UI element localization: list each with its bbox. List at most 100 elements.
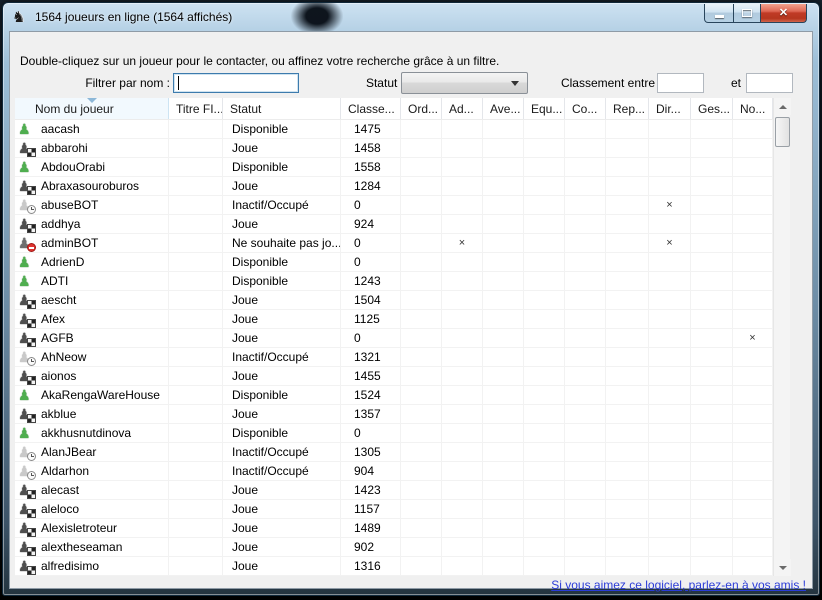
empty-cell (606, 367, 649, 385)
window-controls: ✕ (705, 4, 807, 23)
empty-cell (649, 500, 691, 518)
player-title-cell (169, 462, 223, 480)
filter-status-label: Statut : (356, 76, 404, 90)
column-header-equ[interactable]: Equ... (524, 98, 565, 119)
maximize-button[interactable] (733, 4, 761, 23)
player-rating-cell: 1243 (341, 272, 401, 290)
empty-cell (524, 253, 565, 271)
table-row[interactable]: ♟ aacash Disponible 1475 (15, 120, 773, 139)
table-row[interactable]: ♟ AbdouOrabi Disponible 1558 (15, 158, 773, 177)
status-available-icon: ♟ (18, 254, 35, 270)
table-row[interactable]: ♟ abuseBOT Inactif/Occupé 0 × (15, 196, 773, 215)
player-title-cell (169, 481, 223, 499)
status-dropdown[interactable] (401, 72, 528, 94)
titlebar[interactable]: ♞ 1564 joueurs en ligne (1564 affichés) (3, 3, 819, 31)
share-link[interactable]: Si vous aimez ce logiciel, parlez-en à v… (551, 578, 806, 592)
table-row[interactable]: ♟ AGFB Joue 0 × (15, 329, 773, 348)
empty-cell (733, 177, 773, 195)
empty-cell (649, 367, 691, 385)
status-playing-icon: ♟ (18, 311, 35, 327)
vertical-scrollbar[interactable] (773, 98, 790, 576)
table-row[interactable]: ♟ AkaRengaWareHouse Disponible 1524 (15, 386, 773, 405)
table-row[interactable]: ♟ akkhusnutdinova Disponible 0 (15, 424, 773, 443)
empty-cell (483, 443, 524, 461)
column-header-ad[interactable]: Ad... (442, 98, 483, 119)
column-header-no[interactable]: No... (733, 98, 773, 119)
minimize-button[interactable] (704, 4, 734, 23)
player-title-cell (169, 310, 223, 328)
player-name-cell: ♟ adminBOT (15, 234, 169, 252)
filter-name-input[interactable] (173, 73, 299, 93)
table-row[interactable]: ♟ addhya Joue 924 (15, 215, 773, 234)
table-row[interactable]: ♟ AlanJBear Inactif/Occupé 1305 (15, 443, 773, 462)
table-row[interactable]: ♟ AhNeow Inactif/Occupé 1321 (15, 348, 773, 367)
scroll-up-button[interactable] (774, 98, 791, 115)
empty-cell (524, 557, 565, 575)
column-header-dir[interactable]: Dir... (649, 98, 691, 119)
column-header-co[interactable]: Co... (565, 98, 606, 119)
empty-cell (606, 405, 649, 423)
empty-cell (606, 158, 649, 176)
empty-cell (442, 329, 483, 347)
table-row[interactable]: ♟ ADTI Disponible 1243 (15, 272, 773, 291)
player-rating-cell: 0 (341, 329, 401, 347)
empty-cell (606, 329, 649, 347)
table-row[interactable]: ♟ Afex Joue 1125 (15, 310, 773, 329)
player-title-cell (169, 386, 223, 404)
table-row[interactable]: ♟ Aldarhon Inactif/Occupé 904 (15, 462, 773, 481)
empty-cell (483, 158, 524, 176)
column-header-nom[interactable]: Nom du joueur (15, 98, 169, 119)
empty-cell (442, 196, 483, 214)
scrollbar-thumb[interactable] (775, 117, 790, 147)
player-name-cell: ♟ aleloco (15, 500, 169, 518)
player-name: AlanJBear (41, 445, 96, 459)
player-status-cell: Inactif/Occupé (223, 462, 341, 480)
table-row[interactable]: ♟ alextheseaman Joue 902 (15, 538, 773, 557)
table-row[interactable]: ♟ alfredisimo Joue 1316 (15, 557, 773, 576)
table-row[interactable]: ♟ aionos Joue 1455 (15, 367, 773, 386)
player-name-cell: ♟ AdrienD (15, 253, 169, 271)
column-header-classe[interactable]: Classe... (341, 98, 401, 119)
scroll-down-button[interactable] (774, 559, 791, 576)
column-header-ave[interactable]: Ave... (483, 98, 524, 119)
table-row[interactable]: ♟ AdrienD Disponible 0 (15, 253, 773, 272)
empty-cell (442, 405, 483, 423)
player-rating-cell: 0 (341, 234, 401, 252)
table-row[interactable]: ♟ aescht Joue 1504 (15, 291, 773, 310)
rating-max-input[interactable] (746, 73, 793, 93)
column-header-ord[interactable]: Ord... (401, 98, 442, 119)
rating-min-input[interactable] (657, 73, 704, 93)
player-title-cell (169, 500, 223, 518)
close-button[interactable]: ✕ (760, 4, 807, 23)
empty-cell (524, 234, 565, 252)
empty-cell (649, 215, 691, 233)
empty-cell (442, 462, 483, 480)
empty-cell (442, 253, 483, 271)
table-row[interactable]: ♟ alecast Joue 1423 (15, 481, 773, 500)
empty-cell (565, 329, 606, 347)
player-status-cell: Disponible (223, 386, 341, 404)
table-row[interactable]: ♟ aleloco Joue 1157 (15, 500, 773, 519)
empty-cell (565, 253, 606, 271)
empty-cell (606, 557, 649, 575)
empty-cell (401, 443, 442, 461)
empty-cell (401, 139, 442, 157)
column-header-rep[interactable]: Rep... (606, 98, 649, 119)
table-row[interactable]: ♟ Abraxasouroburos Joue 1284 (15, 177, 773, 196)
empty-cell (442, 310, 483, 328)
table-row[interactable]: ♟ akblue Joue 1357 (15, 405, 773, 424)
status-playing-icon: ♟ (18, 292, 35, 308)
column-header-titre[interactable]: Titre FI... (169, 98, 223, 119)
column-header-statut[interactable]: Statut (223, 98, 341, 119)
player-status-cell: Disponible (223, 272, 341, 290)
empty-cell (691, 462, 733, 480)
empty-cell (565, 215, 606, 233)
empty-cell (524, 291, 565, 309)
table-row[interactable]: ♟ abbarohi Joue 1458 (15, 139, 773, 158)
table-row[interactable]: ♟ Alexisletroteur Joue 1489 (15, 519, 773, 538)
table-row[interactable]: ♟ adminBOT Ne souhaite pas jo... 0 ×× (15, 234, 773, 253)
column-header-ges[interactable]: Ges... (691, 98, 733, 119)
empty-cell (649, 424, 691, 442)
empty-cell (442, 519, 483, 537)
empty-cell (606, 500, 649, 518)
